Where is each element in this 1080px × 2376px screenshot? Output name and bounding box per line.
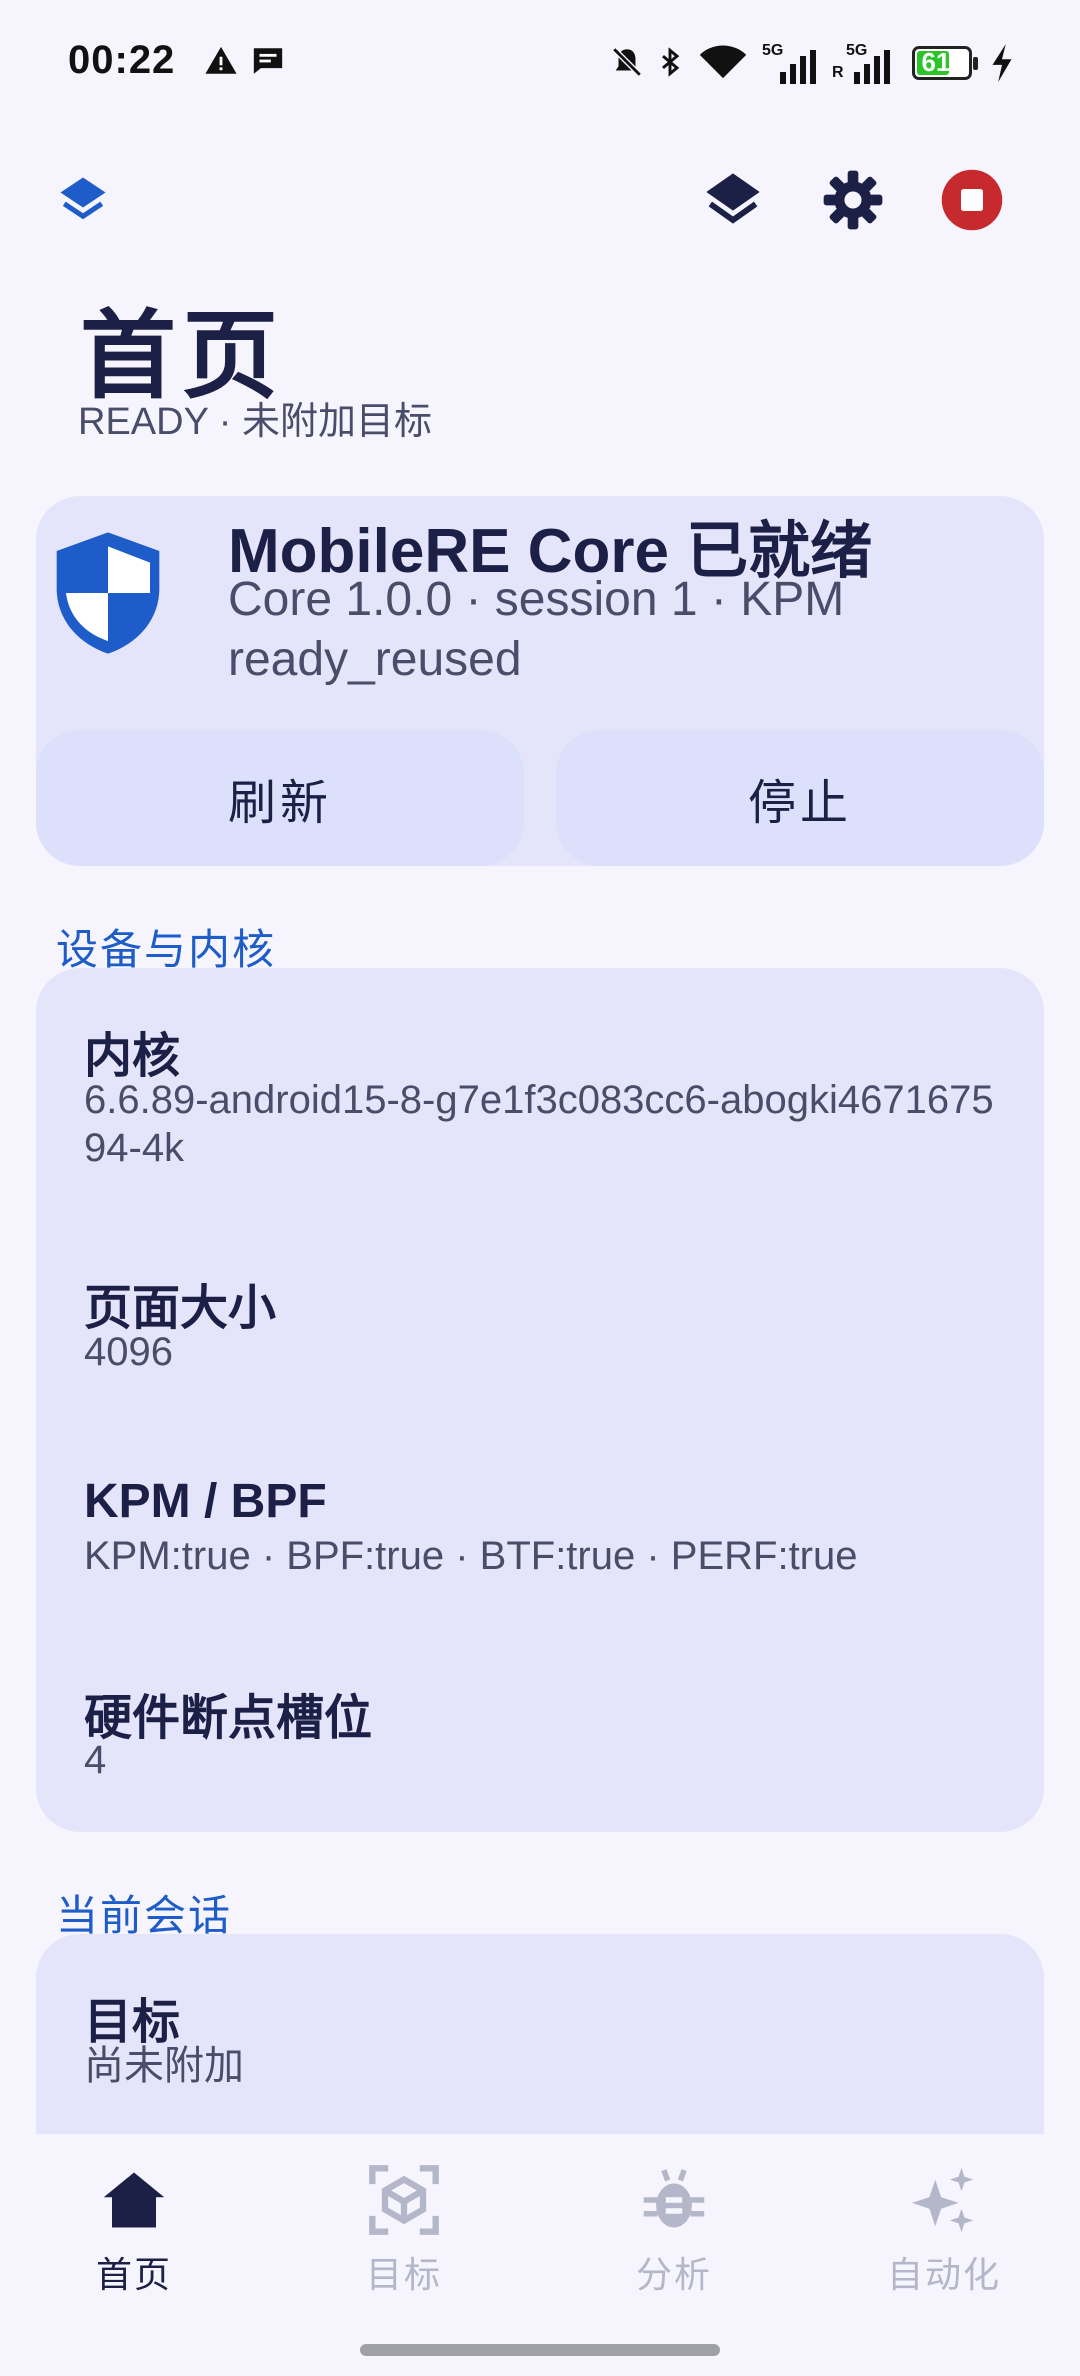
nav-analysis-label: 分析 [635,2254,712,2295]
stop-button[interactable]: 停止 [556,730,1044,866]
kernel-value: 6.6.89-android15-8-g7e1f3c083cc6-abogki4… [84,1078,994,1170]
home-indicator[interactable] [360,2344,720,2356]
page-size-value: 4096 [84,1330,173,1374]
page-subtitle: READY · 未附加目标 [78,401,433,443]
mute-icon [612,47,642,77]
status-time: 00:22 [68,38,176,82]
nav-home-label: 首页 [95,2254,172,2295]
session-card [36,1934,1044,2134]
home-icon [103,2172,165,2228]
kpm-bpf-title: KPM / BPF [84,1475,327,1528]
settings-button[interactable] [818,165,888,235]
signal-5g-icon: 5G [762,42,822,84]
hw-breakpoint-value: 4 [84,1738,107,1782]
layers-icon [60,177,106,220]
bug-icon [643,2169,705,2228]
message-icon [253,48,283,74]
layers-button[interactable] [698,165,768,235]
refresh-button[interactable]: 刷新 [36,730,524,866]
nav-target-label: 目标 [365,2254,442,2295]
stop-service-button[interactable] [937,165,1007,235]
sparkle-icon [911,2167,974,2233]
kpm-bpf-value: KPM:true · BPF:true · BTF:true · PERF:tr… [84,1534,858,1578]
gear-icon [823,170,883,230]
battery-level: 61 [921,47,951,77]
core-subtitle: Core 1.0.0 · session 1 · KPM ready_reuse… [228,573,845,686]
nav-target[interactable]: 目标 [304,2160,504,2298]
battery-icon: 61 [912,46,978,80]
app-layers-button[interactable] [48,165,118,235]
layers-icon [706,173,760,224]
target-icon [369,2165,439,2235]
charging-icon [992,44,1012,82]
nav-analysis[interactable]: 分析 [574,2160,774,2298]
stop-icon [941,169,1003,231]
bluetooth-icon [662,47,680,77]
nav-automation[interactable]: 自动化 [844,2160,1044,2298]
nav-home[interactable]: 首页 [34,2160,234,2298]
shield-icon [56,532,160,654]
signal-5g-r-icon: 5G R [832,42,896,84]
target-value: 尚未附加 [84,2044,244,2088]
warning-icon [205,46,237,74]
wifi-icon [699,45,747,79]
nav-automation-label: 自动化 [886,2254,1001,2295]
